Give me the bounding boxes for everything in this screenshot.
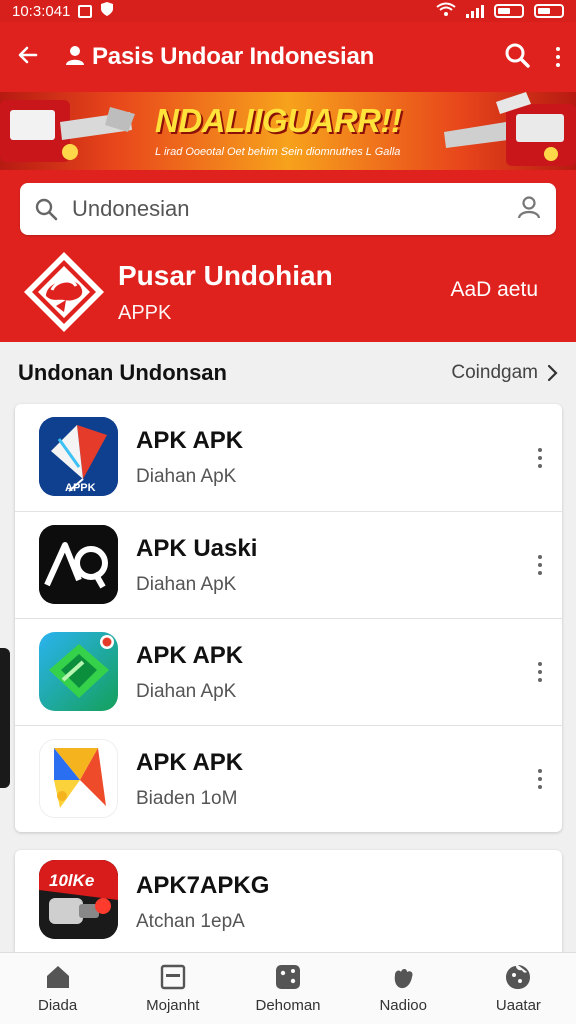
hero-section: Undonesian Pusar Undohian APPK AaD aetu	[0, 170, 576, 342]
app-subtitle: Atchan 1epA	[136, 910, 245, 932]
brand-action-button[interactable]: AaD aetu	[450, 278, 538, 302]
app-subtitle: Diahan ApK	[136, 466, 237, 487]
nav-item-hand[interactable]: Nadioo	[346, 953, 461, 1024]
brand-name: Pusar Undohian	[118, 259, 333, 291]
account-icon	[517, 195, 541, 218]
nav-label: Nadioo	[379, 997, 427, 1014]
search-button[interactable]	[504, 42, 530, 73]
play-triangle-app-icon	[39, 739, 118, 818]
app-list-card: APPK APK APK Diahan ApK APK Uaski Diahan…	[15, 404, 562, 832]
nav-item-cookie[interactable]: Uaatar	[461, 953, 576, 1024]
status-time: 10:3:041	[12, 2, 71, 20]
cookie-icon	[506, 965, 531, 989]
banner-gadget-right-icon	[444, 92, 576, 166]
green-diamond-app-icon	[39, 632, 118, 711]
aq-app-icon	[39, 525, 118, 604]
app-subtitle: Biaden 1oM	[136, 787, 238, 809]
user-icon	[64, 44, 86, 71]
list-item[interactable]: 10lKe APK7APKG Atchan 1epA	[15, 850, 562, 954]
shield-icon	[100, 1, 114, 21]
more-vert-icon[interactable]	[538, 662, 542, 682]
brand-logo-icon	[24, 252, 104, 332]
battery-secondary-icon	[534, 4, 564, 18]
section-see-more-link[interactable]: Coindgam	[451, 362, 558, 384]
back-button[interactable]	[16, 43, 56, 72]
chevron-right-icon	[547, 364, 558, 382]
app-bar: Pasis Undoar Indonesian	[0, 22, 576, 92]
promo-banner[interactable]: NDALIIGUARR!! L irad Ooeotal Oet behim S…	[0, 92, 576, 170]
nav-item-card[interactable]: Mojanht	[115, 953, 230, 1024]
search-input[interactable]: Undonesian	[20, 183, 556, 235]
more-vert-icon[interactable]	[556, 47, 560, 67]
dice-icon	[276, 965, 300, 989]
wifi-icon	[436, 2, 456, 20]
arrow-left-icon	[18, 46, 38, 63]
bottom-navigation: Diada Mojanht Dehoman Nadioo Uaatar	[0, 952, 576, 1024]
signal-icon	[466, 4, 484, 18]
nav-label: Dehoman	[255, 997, 321, 1014]
app-name: APK APK	[136, 427, 244, 454]
list-item[interactable]: APK Uaski Diahan ApK	[15, 511, 562, 618]
battery-icon	[494, 4, 524, 18]
search-icon	[505, 43, 530, 68]
banner-gadget-left-icon	[0, 100, 135, 162]
list-item[interactable]: APPK APK APK Diahan ApK	[15, 404, 562, 511]
app-name: APK7APKG	[136, 871, 270, 899]
section-title: Undonan Undonsan	[18, 360, 227, 385]
banner-headline: NDALIIGUARR!!	[155, 102, 402, 139]
app-list-card: 10lKe APK7APKG Atchan 1epA	[15, 850, 562, 954]
app-subtitle: Diahan ApK	[136, 573, 237, 595]
nav-label: Mojanht	[146, 997, 200, 1014]
app-name: APK Uaski	[136, 534, 258, 562]
hand-icon	[394, 969, 413, 989]
edge-panel-handle[interactable]	[0, 648, 10, 788]
app-icon-label: APPK	[65, 482, 96, 494]
more-vert-icon[interactable]	[538, 555, 542, 575]
red-gadget-app-icon: 10lKe	[39, 860, 118, 939]
card-icon	[160, 964, 185, 990]
list-item[interactable]: APK APK Diahan ApK	[15, 618, 562, 725]
nav-label: Diada	[38, 997, 78, 1014]
list-item[interactable]: APK APK Biaden 1oM	[15, 725, 562, 832]
more-vert-icon[interactable]	[538, 769, 542, 789]
search-icon	[35, 198, 58, 221]
brand-block: Pusar Undohian APPK	[22, 250, 333, 334]
nav-label: Uaatar	[495, 997, 541, 1014]
nav-item-home[interactable]: Diada	[0, 953, 115, 1024]
app-subtitle: Diahan ApK	[136, 680, 237, 702]
banner-tagline: L irad Ooeotal Oet behim Sein diomnuthes…	[155, 146, 401, 158]
account-button[interactable]	[516, 194, 542, 225]
search-value: Undonesian	[72, 196, 190, 221]
app-icon-label: 10lKe	[49, 871, 94, 890]
more-vert-icon[interactable]	[538, 447, 542, 468]
notification-icon	[78, 4, 93, 18]
nav-item-dice[interactable]: Dehoman	[230, 953, 345, 1024]
section-link-label: Coindgam	[451, 362, 538, 383]
kite-app-icon: APPK	[39, 417, 118, 496]
app-name: APK APK	[136, 641, 244, 669]
brand-subtitle: APPK	[118, 301, 172, 324]
home-icon	[46, 966, 69, 988]
app-name: APK APK	[136, 748, 244, 776]
section-header: Undonan Undonsan Coindgam	[0, 342, 576, 404]
status-bar: 10:3:041	[0, 0, 576, 22]
app-title: Pasis Undoar Indonesian	[92, 43, 375, 70]
